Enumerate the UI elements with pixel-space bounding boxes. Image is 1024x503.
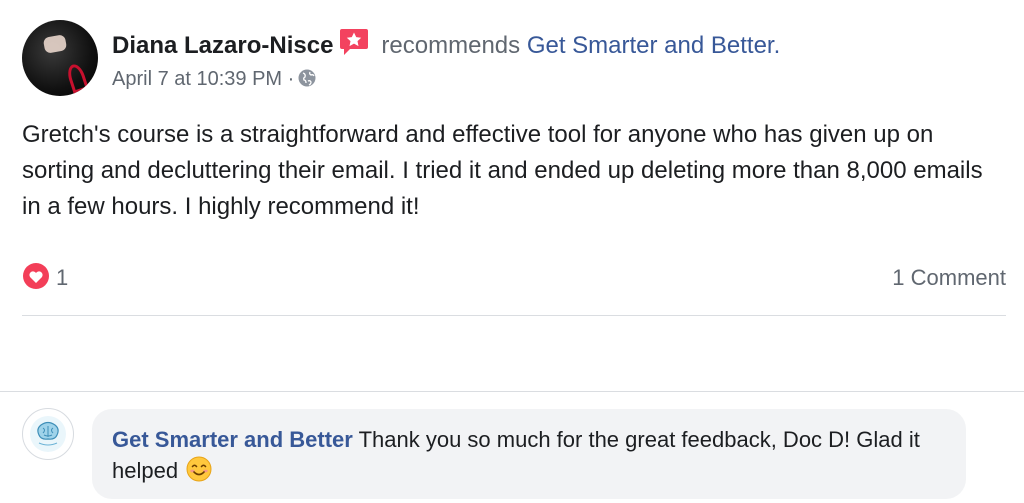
post-header: Diana Lazaro-Nisce recommends Get Smarter… [112,28,780,64]
comments-divider [0,391,1024,392]
post-timestamp[interactable]: April 7 at 10:39 PM [112,68,282,90]
reactions-summary[interactable]: 1 [22,262,69,295]
post-divider [22,315,1006,316]
comment-bubble: Get Smarter and Better Thank you so much… [92,409,966,499]
author-avatar[interactable] [22,20,98,96]
love-reaction-icon [22,262,50,295]
comment-content: Get Smarter and Better Thank you so much… [112,424,952,490]
avatar-hand [42,34,68,54]
page-link[interactable]: Get Smarter and Better. [527,32,780,59]
author-name[interactable]: Diana Lazaro-Nisce [112,32,333,59]
post-body: Gretch's course is a straightforward and… [22,121,983,220]
post-meta: April 7 at 10:39 PM · [112,66,317,95]
meta-separator: · [287,68,295,90]
globe-icon[interactable] [297,68,317,95]
brain-logo-icon [30,416,66,452]
smiling-face-emoji [186,456,212,490]
avatar-ribbon [65,62,89,94]
reaction-count: 1 [56,265,69,290]
recommend-badge-icon [339,28,369,64]
comments-count-link[interactable]: 1 Comment [892,265,1006,291]
commenter-avatar[interactable] [22,408,74,460]
comment-author[interactable]: Get Smarter and Better [112,427,353,452]
recommends-text: recommends [381,32,521,59]
